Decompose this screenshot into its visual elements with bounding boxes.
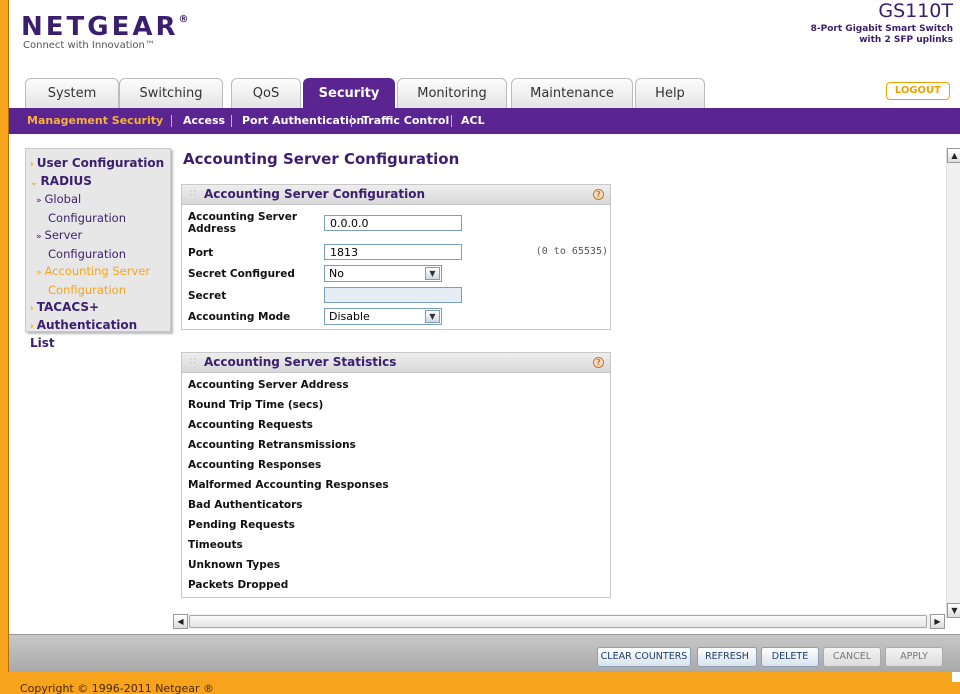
stat-row: Accounting Server Address	[188, 379, 349, 391]
scroll-thumb[interactable]	[189, 615, 927, 628]
stats-panel-header: ∷ Accounting Server Statistics ?	[182, 353, 610, 373]
header: NETGEAR® Connect with Innovation™ GS110T…	[9, 0, 960, 72]
stat-row: Accounting Requests	[188, 419, 313, 431]
model-description: 8-Port Gigabit Smart Switch with 2 SFP u…	[810, 24, 953, 45]
grip-icon: ∷	[190, 189, 196, 199]
content-area: › User Configuration ⌄ RADIUS » Global Conf…	[9, 134, 960, 634]
chevron-down-icon[interactable]: ▼	[425, 267, 440, 280]
submenu-traffic-control[interactable]: Traffic Control	[362, 108, 449, 134]
tab-security[interactable]: Security	[303, 78, 395, 108]
logout-button[interactable]: LOGOUT	[885, 82, 950, 100]
submenu-separator	[451, 115, 452, 127]
address-label: Accounting Server Address	[188, 211, 298, 235]
scroll-down-icon[interactable]: ▼	[947, 603, 960, 618]
page-title: Accounting Server Configuration	[183, 150, 460, 168]
port-input[interactable]: 1813	[324, 244, 462, 260]
nav-server-configuration[interactable]: » Server	[30, 227, 166, 246]
sub-menu: Management Security Access Port Authenti…	[9, 108, 960, 134]
nav-user-configuration[interactable]: › User Configuration	[30, 155, 166, 173]
submenu-access[interactable]: Access	[183, 108, 225, 134]
help-icon[interactable]: ?	[593, 189, 604, 200]
stat-row: Bad Authenticators	[188, 499, 303, 511]
submenu-separator	[231, 115, 232, 127]
submenu-acl[interactable]: ACL	[461, 108, 485, 134]
config-panel-title: Accounting Server Configuration	[204, 187, 426, 201]
stat-row: Round Trip Time (secs)	[188, 399, 324, 411]
cancel-button[interactable]: CANCEL	[823, 647, 881, 667]
tab-system[interactable]: System	[25, 78, 119, 108]
button-bar: CLEAR COUNTERS REFRESH DELETE CANCEL APP…	[9, 634, 960, 672]
nav-radius[interactable]: ⌄ RADIUS	[30, 173, 166, 191]
vertical-scrollbar[interactable]: ▲ ▼	[946, 148, 960, 618]
scroll-right-icon[interactable]: ▶	[930, 614, 945, 629]
nav-tacacs[interactable]: › TACACS+	[30, 299, 166, 317]
clear-counters-button[interactable]: CLEAR COUNTERS	[597, 647, 691, 667]
netgear-logo: NETGEAR®	[21, 12, 189, 42]
model-name: GS110T	[878, 0, 953, 22]
nav-server-configuration-line2[interactable]: Configuration	[30, 246, 166, 263]
secret-configured-label: Secret Configured	[188, 268, 295, 280]
tab-qos[interactable]: QoS	[231, 78, 301, 108]
config-panel-header: ∷ Accounting Server Configuration ?	[182, 185, 610, 205]
port-label: Port	[188, 247, 214, 259]
accounting-mode-label: Accounting Mode	[188, 311, 291, 323]
stat-row: Pending Requests	[188, 519, 295, 531]
submenu-port-authentication[interactable]: Port Authentication	[242, 108, 364, 134]
nav-global-configuration[interactable]: » Global	[30, 191, 166, 210]
delete-button[interactable]: DELETE	[761, 647, 819, 667]
secret-label: Secret	[188, 290, 227, 302]
copyright-text: Copyright © 1996-2011 Netgear ®	[20, 682, 215, 694]
stat-row: Accounting Responses	[188, 459, 322, 471]
chevron-down-icon[interactable]: ▼	[425, 310, 440, 323]
nav-accounting-server-configuration[interactable]: » Accounting Server	[30, 263, 166, 282]
main-tabs: System Switching QoS Security Monitoring…	[25, 78, 725, 108]
scroll-up-icon[interactable]: ▲	[947, 148, 960, 163]
scroll-left-icon[interactable]: ◀	[173, 614, 188, 629]
secret-input[interactable]	[324, 287, 462, 303]
tagline: Connect with Innovation™	[23, 40, 155, 51]
secret-configured-select[interactable]: No ▼	[324, 265, 442, 282]
left-navigation: › User Configuration ⌄ RADIUS » Global Conf…	[25, 148, 171, 350]
tab-switching[interactable]: Switching	[119, 78, 223, 108]
tab-help[interactable]: Help	[635, 78, 705, 108]
help-icon[interactable]: ?	[593, 357, 604, 368]
grip-icon: ∷	[190, 357, 196, 367]
apply-button[interactable]: APPLY	[885, 647, 943, 667]
submenu-management-security[interactable]: Management Security	[27, 108, 163, 134]
accounting-mode-select[interactable]: Disable ▼	[324, 308, 442, 325]
config-panel: ∷ Accounting Server Configuration ? Acco…	[181, 184, 611, 330]
nav-global-configuration-line2[interactable]: Configuration	[30, 210, 166, 227]
horizontal-scrollbar[interactable]: ◀ ▶	[173, 614, 945, 629]
tab-monitoring[interactable]: Monitoring	[397, 78, 507, 108]
page: NETGEAR® Connect with Innovation™ GS110T…	[8, 0, 960, 682]
nav-accounting-server-configuration-line2[interactable]: Configuration	[30, 282, 166, 299]
submenu-separator	[171, 115, 172, 127]
port-range: (0 to 65535)	[535, 246, 608, 257]
submenu-separator	[351, 115, 352, 127]
nav-authentication-list[interactable]: › Authentication List	[30, 317, 166, 351]
address-input[interactable]: 0.0.0.0	[324, 215, 462, 231]
stat-row: Malformed Accounting Responses	[188, 479, 389, 491]
stat-row: Accounting Retransmissions	[188, 439, 356, 451]
tab-maintenance[interactable]: Maintenance	[511, 78, 633, 108]
stats-panel: ∷ Accounting Server Statistics ? Account…	[181, 352, 611, 598]
stat-row: Timeouts	[188, 539, 243, 551]
refresh-button[interactable]: REFRESH	[697, 647, 757, 667]
stat-row: Unknown Types	[188, 559, 281, 571]
stat-row: Packets Dropped	[188, 579, 289, 591]
stats-panel-title: Accounting Server Statistics	[204, 355, 397, 369]
